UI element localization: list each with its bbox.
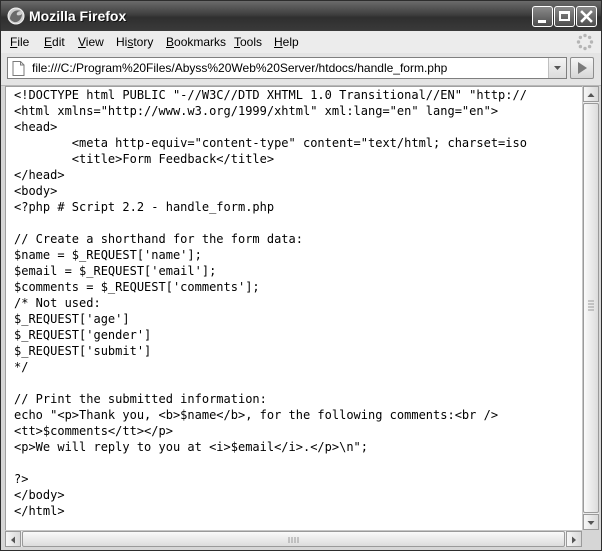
arrow-down-icon (587, 521, 595, 525)
scroll-down-button[interactable] (583, 514, 599, 530)
code-line: <html xmlns="http://www.w3.org/1999/xhtm… (14, 104, 499, 118)
url-history-dropdown[interactable] (548, 58, 566, 78)
code-line: <meta http-equiv="content-type" content=… (14, 136, 527, 150)
code-line: $_REQUEST['gender'] (14, 328, 152, 342)
arrow-right-icon (572, 536, 576, 544)
scroll-right-button[interactable] (566, 531, 582, 547)
grip-icon (288, 537, 299, 543)
menu-help[interactable]: Help (274, 35, 299, 49)
menu-view[interactable]: View (78, 35, 104, 49)
menu-bar: File Edit View History Bookmarks Tools H… (1, 31, 601, 53)
page-content: <!DOCTYPE html PUBLIC "-//W3C//DTD XHTML… (5, 86, 583, 531)
code-line: ?> (14, 472, 29, 486)
close-button[interactable] (576, 6, 597, 27)
chevron-down-icon (554, 66, 561, 70)
code-line: $email = $_REQUEST['email']; (14, 264, 217, 278)
code-line: /* Not used: (14, 296, 101, 310)
horizontal-scrollbar[interactable] (5, 530, 582, 547)
code-line: $_REQUEST['submit'] (14, 344, 152, 358)
code-line: </head> (14, 168, 65, 182)
arrow-up-icon (587, 93, 595, 97)
scrollbar-corner (582, 530, 599, 547)
code-line: <tt>$comments</tt></p> (14, 424, 173, 438)
code-line: */ (14, 360, 29, 374)
code-line: $_REQUEST['age'] (14, 312, 130, 326)
page-icon (12, 61, 25, 76)
maximize-button[interactable] (554, 6, 575, 27)
code-line: // Print the submitted information: (14, 392, 267, 406)
address-bar[interactable]: file:///C:/Program%20Files/Abyss%20Web%2… (7, 57, 567, 79)
code-line: echo "<p>Thank you, <b>$name</b>, for th… (14, 408, 499, 422)
code-line: $comments = $_REQUEST['comments']; (14, 280, 260, 294)
code-line: </html> (14, 504, 65, 518)
go-button[interactable] (570, 57, 594, 79)
scroll-up-button[interactable] (583, 86, 599, 102)
source-code: <!DOCTYPE html PUBLIC "-//W3C//DTD XHTML… (14, 87, 527, 519)
minimize-button[interactable] (532, 6, 553, 27)
go-arrow-icon (578, 62, 587, 74)
vertical-scroll-thumb[interactable] (583, 103, 599, 513)
menu-history[interactable]: History (116, 35, 153, 49)
code-line: </body> (14, 488, 65, 502)
grip-icon (588, 300, 594, 311)
window-title: Mozilla Firefox (29, 8, 127, 24)
code-line: <!DOCTYPE html PUBLIC "-//W3C//DTD XHTML… (14, 88, 527, 102)
code-line: <title>Form Feedback</title> (14, 152, 275, 166)
code-line: <body> (14, 184, 58, 198)
minimize-icon (538, 20, 546, 23)
throbber-icon (576, 33, 594, 51)
vertical-scrollbar[interactable] (582, 86, 599, 530)
maximize-icon (559, 11, 570, 21)
navigation-toolbar: file:///C:/Program%20Files/Abyss%20Web%2… (1, 53, 601, 86)
code-line: // Create a shorthand for the form data: (14, 232, 303, 246)
menu-bookmarks[interactable]: Bookmarks (166, 35, 226, 49)
code-line: <?php # Script 2.2 - handle_form.php (14, 200, 275, 214)
arrow-left-icon (11, 536, 15, 544)
browser-window: Mozilla Firefox File Edit View History B… (0, 0, 602, 551)
menu-tools[interactable]: Tools (234, 35, 262, 49)
close-icon (580, 10, 593, 23)
title-bar[interactable]: Mozilla Firefox (1, 1, 601, 31)
menu-edit[interactable]: Edit (44, 35, 65, 49)
firefox-icon (7, 7, 25, 25)
horizontal-scroll-thumb[interactable] (22, 531, 565, 547)
status-bar (1, 547, 601, 550)
menu-file[interactable]: File (10, 35, 29, 49)
url-text[interactable]: file:///C:/Program%20Files/Abyss%20Web%2… (32, 61, 447, 75)
scroll-left-button[interactable] (5, 531, 21, 547)
code-line: <p>We will reply to you at <i>$email</i>… (14, 440, 369, 454)
code-line: $name = $_REQUEST['name']; (14, 248, 202, 262)
code-line: <head> (14, 120, 58, 134)
